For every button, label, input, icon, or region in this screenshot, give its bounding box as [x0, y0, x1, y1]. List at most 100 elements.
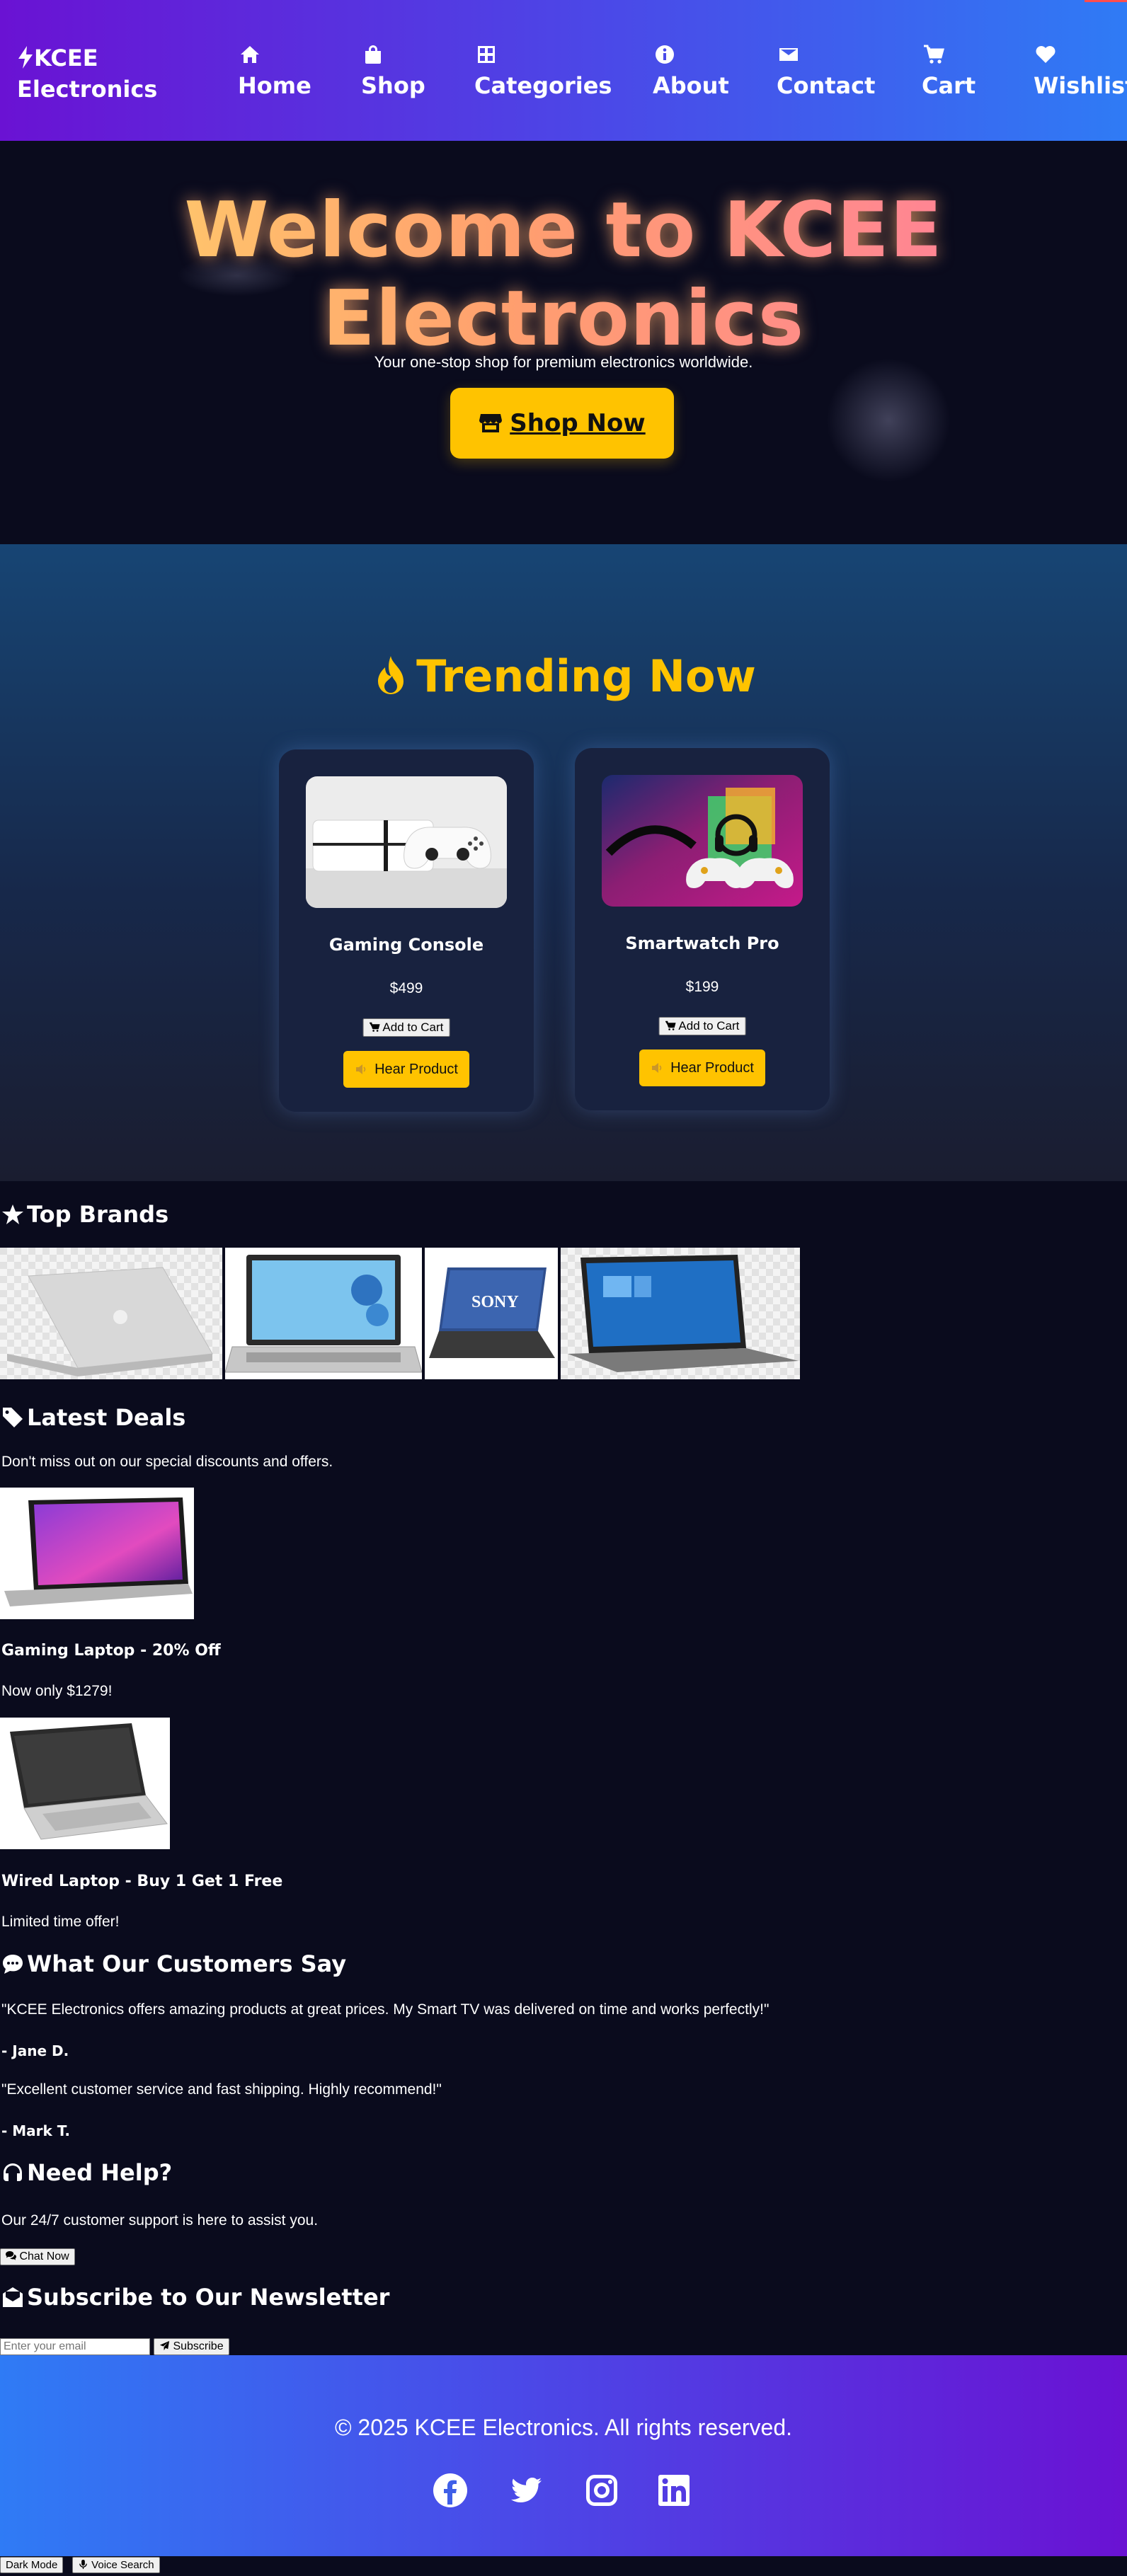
nav-about[interactable]: About: [653, 44, 729, 99]
product-image-smartwatch-pro: [602, 775, 803, 907]
product-image-gaming-console: [306, 776, 507, 908]
hear-product-button[interactable]: Hear Product: [343, 1051, 469, 1088]
deal-description: Now only $1279!: [1, 1683, 113, 1699]
comment-dots-icon: [3, 1955, 23, 1974]
speaker-icon: [356, 1064, 366, 1074]
microphone-icon: [79, 2559, 87, 2570]
headset-icon: [4, 2163, 22, 2181]
brand-logo[interactable]: KCEE Electronics: [17, 42, 157, 105]
nav-wishlist-label: Wishlist: [1034, 72, 1127, 99]
nav-about-label: About: [653, 72, 729, 99]
hear-product-label: Hear Product: [374, 1061, 458, 1077]
footer-copyright: © 2025 KCEE Electronics. All rights rese…: [334, 2415, 793, 2440]
newsletter-email-input[interactable]: [0, 2338, 150, 2355]
shop-now-label: Shop Now: [510, 409, 646, 437]
heart-icon: [1035, 44, 1056, 65]
newsletter-title: Subscribe to Our Newsletter: [27, 2284, 390, 2311]
product-name: Gaming Console: [328, 935, 484, 955]
testimonial-author: - Mark T.: [1, 2122, 70, 2139]
deal-image-gaming-laptop[interactable]: [0, 1488, 194, 1619]
hero-subtitle: Your one-stop shop for premium electroni…: [374, 353, 753, 371]
nav-cart-label: Cart: [922, 72, 976, 99]
product-card-gaming-console: Gaming Console $499 Add to Cart Hear Pro…: [279, 749, 534, 1112]
shopping-bag-icon: [362, 44, 384, 65]
need-help-title: Need Help?: [27, 2159, 173, 2186]
sony-logo-text: SONY: [471, 1293, 519, 1311]
nav-shop[interactable]: Shop: [361, 44, 425, 99]
info-icon: [654, 44, 675, 65]
brand-image-dell-laptop[interactable]: [561, 1248, 800, 1379]
trending-title-text: Trending Now: [416, 650, 756, 702]
trending-title: Trending Now: [0, 650, 1127, 702]
cart-icon: [923, 44, 944, 65]
add-to-cart-label: Add to Cart: [678, 1019, 740, 1033]
top-navbar: KCEE Electronics Home Shop Categories Ab…: [0, 0, 1127, 141]
hero-glow-orb: [821, 353, 956, 488]
cart-icon: [370, 1022, 380, 1032]
comments-icon: [6, 2250, 16, 2260]
grid-icon: [476, 44, 497, 65]
envelope-icon: [778, 44, 799, 65]
hear-product-button[interactable]: Hear Product: [639, 1050, 765, 1086]
twitter-icon[interactable]: [509, 2473, 544, 2508]
hero-title: Welcome to KCEE Electronics: [0, 186, 1127, 363]
facebook-icon[interactable]: [433, 2473, 468, 2508]
nav-categories[interactable]: Categories: [474, 44, 612, 99]
cart-icon: [665, 1020, 676, 1030]
need-help-text: Our 24/7 customer support is here to ass…: [1, 2212, 319, 2229]
top-brands-title: Top Brands: [27, 1201, 169, 1228]
linkedin-icon[interactable]: [656, 2473, 692, 2508]
envelope-open-icon: [3, 2287, 23, 2307]
need-help-heading: Need Help?: [1, 2159, 172, 2186]
brand-image-sony-laptop[interactable]: SONY: [425, 1248, 558, 1379]
lightning-icon: [18, 46, 33, 69]
instagram-icon[interactable]: [584, 2473, 619, 2508]
chat-now-label: Chat Now: [19, 2250, 69, 2262]
subscribe-button[interactable]: Subscribe: [154, 2338, 229, 2355]
latest-deals-title: Latest Deals: [27, 1404, 186, 1431]
paper-plane-icon: [159, 2340, 170, 2351]
brand-name-line1: KCEE: [34, 45, 98, 71]
hero-section: Welcome to KCEE Electronics Your one-sto…: [0, 141, 1127, 544]
product-price: $499: [389, 980, 423, 996]
testimonial-quote: "KCEE Electronics offers amazing product…: [1, 2001, 770, 2018]
deal-image-wired-laptop[interactable]: [0, 1718, 170, 1849]
dark-mode-button[interactable]: Dark Mode: [0, 2557, 64, 2573]
product-card-smartwatch-pro: Smartwatch Pro $199 Add to Cart Hear Pro…: [575, 748, 830, 1110]
add-to-cart-label: Add to Cart: [382, 1020, 444, 1034]
nav-contact[interactable]: Contact: [777, 44, 875, 99]
add-to-cart-button[interactable]: Add to Cart: [658, 1017, 746, 1035]
trending-section: Trending Now Gaming Console $499 Add to …: [0, 544, 1127, 1181]
shop-now-button[interactable]: Shop Now: [450, 388, 674, 459]
hear-product-label: Hear Product: [670, 1059, 754, 1076]
product-price: $199: [685, 979, 719, 995]
chat-now-button[interactable]: Chat Now: [0, 2248, 75, 2265]
voice-search-button[interactable]: Voice Search: [72, 2557, 160, 2573]
testimonials-heading: What Our Customers Say: [1, 1950, 346, 1977]
testimonial-author: - Jane D.: [1, 2042, 69, 2059]
nav-cart[interactable]: Cart: [922, 44, 976, 99]
bottom-toolbar: [0, 2556, 1127, 2576]
fire-icon: [378, 656, 404, 694]
nav-categories-label: Categories: [474, 72, 612, 99]
nav-contact-label: Contact: [777, 72, 876, 99]
latest-deals-heading: Latest Deals: [1, 1404, 185, 1431]
store-icon: [479, 414, 503, 432]
star-icon: [2, 1204, 23, 1224]
deal-title: Wired Laptop - Buy 1 Get 1 Free: [1, 1873, 283, 1890]
testimonials-title: What Our Customers Say: [27, 1950, 347, 1977]
nav-wishlist[interactable]: Wishlist: [1034, 44, 1127, 99]
deal-description: Limited time offer!: [1, 1914, 120, 1930]
tags-icon: [3, 1408, 23, 1427]
brand-image-apple-laptop[interactable]: [0, 1248, 222, 1379]
brand-name-line2: Electronics: [17, 76, 158, 103]
brand-image-samsung-laptop[interactable]: [225, 1248, 422, 1379]
voice-search-label: Voice Search: [91, 2559, 154, 2571]
nav-shop-label: Shop: [361, 72, 425, 99]
add-to-cart-button[interactable]: Add to Cart: [362, 1018, 450, 1037]
dark-mode-label: Dark Mode: [6, 2559, 58, 2571]
product-name: Smartwatch Pro: [625, 933, 779, 953]
deal-title: Gaming Laptop - 20% Off: [1, 1642, 221, 1660]
top-accent-bar: [1085, 0, 1127, 2]
nav-home[interactable]: Home: [238, 44, 311, 99]
